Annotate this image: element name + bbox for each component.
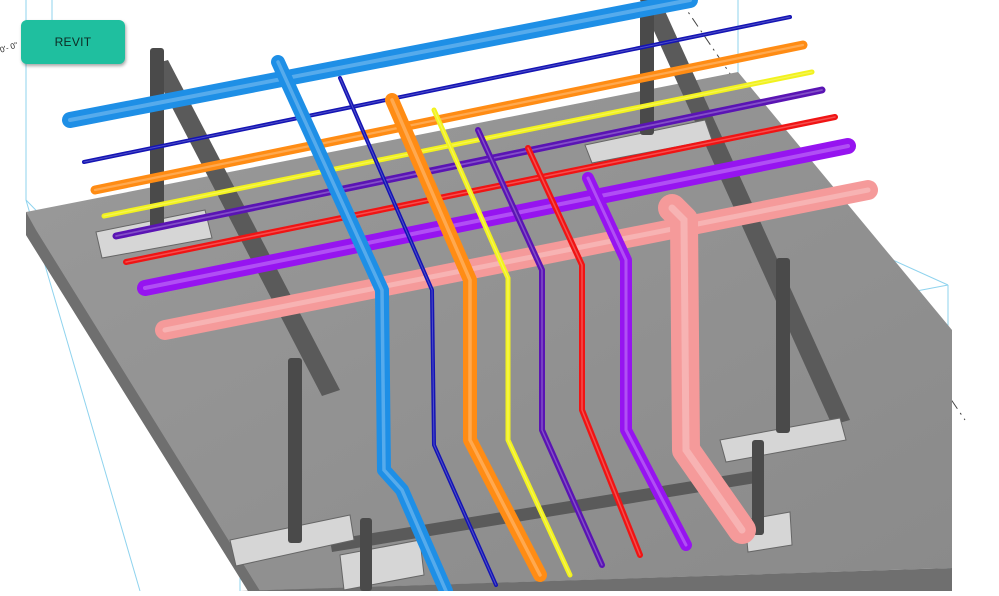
pipe-rack-model[interactable] xyxy=(0,0,999,596)
revit-3d-viewport[interactable]: 0'- 0" REVIT xyxy=(0,0,999,596)
revit-badge[interactable]: REVIT xyxy=(21,20,125,64)
